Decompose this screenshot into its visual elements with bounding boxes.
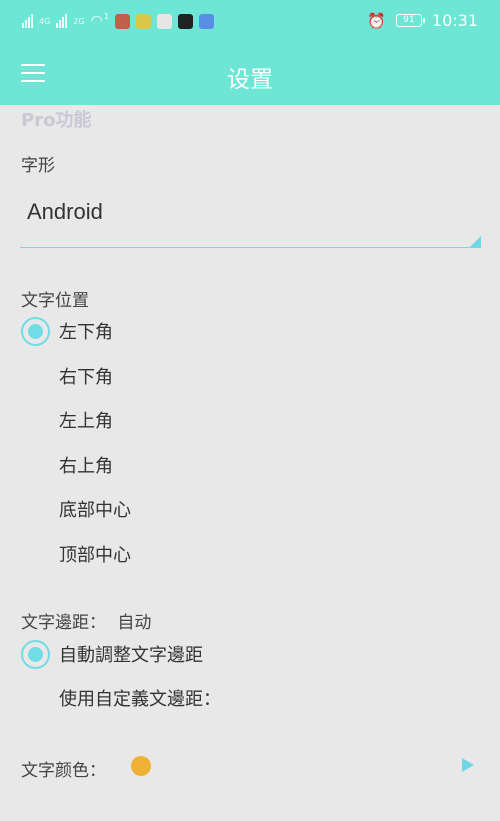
radio-label: 左下角 [59,322,113,343]
app-header: 4G 2G ◠ 1 ⏰ 91 10:31 设置 [0,0,500,105]
expand-arrow-icon[interactable] [462,758,474,772]
text-position-label: 文字位置 [21,291,89,311]
font-label: 字形 [21,156,55,176]
network-type-2: 2G [73,16,85,26]
radio-margin-custom[interactable]: 使用自定義文邊距： [21,678,481,718]
text-color-label: 文字颜色： [21,761,106,781]
font-spinner-value: Android [27,199,103,224]
news-app-icon [114,13,130,29]
radio-label: 自動調整文字邊距 [59,645,203,666]
radio-unselected[interactable] [21,684,50,713]
signal-icon [22,14,33,28]
radio-unselected[interactable] [21,540,50,569]
radio-position-top-left[interactable]: 左上角 [21,400,481,440]
radio-label: 使用自定義文邊距： [59,689,221,710]
radio-label: 底部中心 [59,500,131,521]
radio-unselected[interactable] [21,406,50,435]
wifi-badge: 1 [103,11,109,21]
text-margin-label: 文字邊距： 自动 [21,608,151,633]
text-margin-value: 自动 [117,613,152,633]
battery-icon: 91 [395,14,425,27]
network-type-1: 4G [39,16,51,26]
signal-icon-2 [56,14,68,28]
settings-list[interactable]: Pro功能 字形 Android 文字位置 左下角 右下角 左上角 右上角 底部… [0,105,500,821]
radio-position-bottom-right[interactable]: 右下角 [21,356,481,396]
radio-selected-icon[interactable] [21,639,50,669]
radio-selected-icon[interactable] [21,316,50,346]
text-color-swatch[interactable] [131,756,151,776]
baidu-app-icon [198,13,214,29]
clock: 10:31 [431,11,478,30]
radio-unselected[interactable] [21,495,50,524]
dropdown-arrow-icon [470,236,481,247]
radio-position-top-right[interactable]: 右上角 [21,445,481,485]
radio-label: 顶部中心 [59,545,131,566]
text-margin-label-text: 文字邊距： [21,613,106,633]
radio-position-bottom-left[interactable]: 左下角 [21,311,481,351]
radio-label: 左上角 [59,411,113,432]
radio-label: 右下角 [59,367,113,388]
battery-level: 91 [403,15,415,25]
radio-unselected[interactable] [21,362,50,391]
status-right: ⏰ 91 10:31 [367,11,478,30]
radio-position-top-center[interactable]: 顶部中心 [21,534,481,574]
tiktok-app-icon [177,13,193,29]
page-title: 设置 [227,67,273,93]
mascot-app-icon [156,13,172,29]
radio-margin-auto[interactable]: 自動調整文字邊距 [21,634,481,674]
pro-features-label: Pro功能 [21,110,92,131]
pinduoduo-app-icon [135,13,151,29]
radio-label: 右上角 [59,456,113,477]
radio-position-bottom-center[interactable]: 底部中心 [21,489,481,529]
radio-unselected[interactable] [21,451,50,480]
status-left: 4G 2G ◠ 1 [22,11,214,29]
alarm-icon: ⏰ [367,11,386,30]
font-spinner[interactable]: Android [20,192,481,248]
wifi-icon: ◠ [90,13,103,29]
status-bar: 4G 2G ◠ 1 ⏰ 91 10:31 [0,0,500,44]
